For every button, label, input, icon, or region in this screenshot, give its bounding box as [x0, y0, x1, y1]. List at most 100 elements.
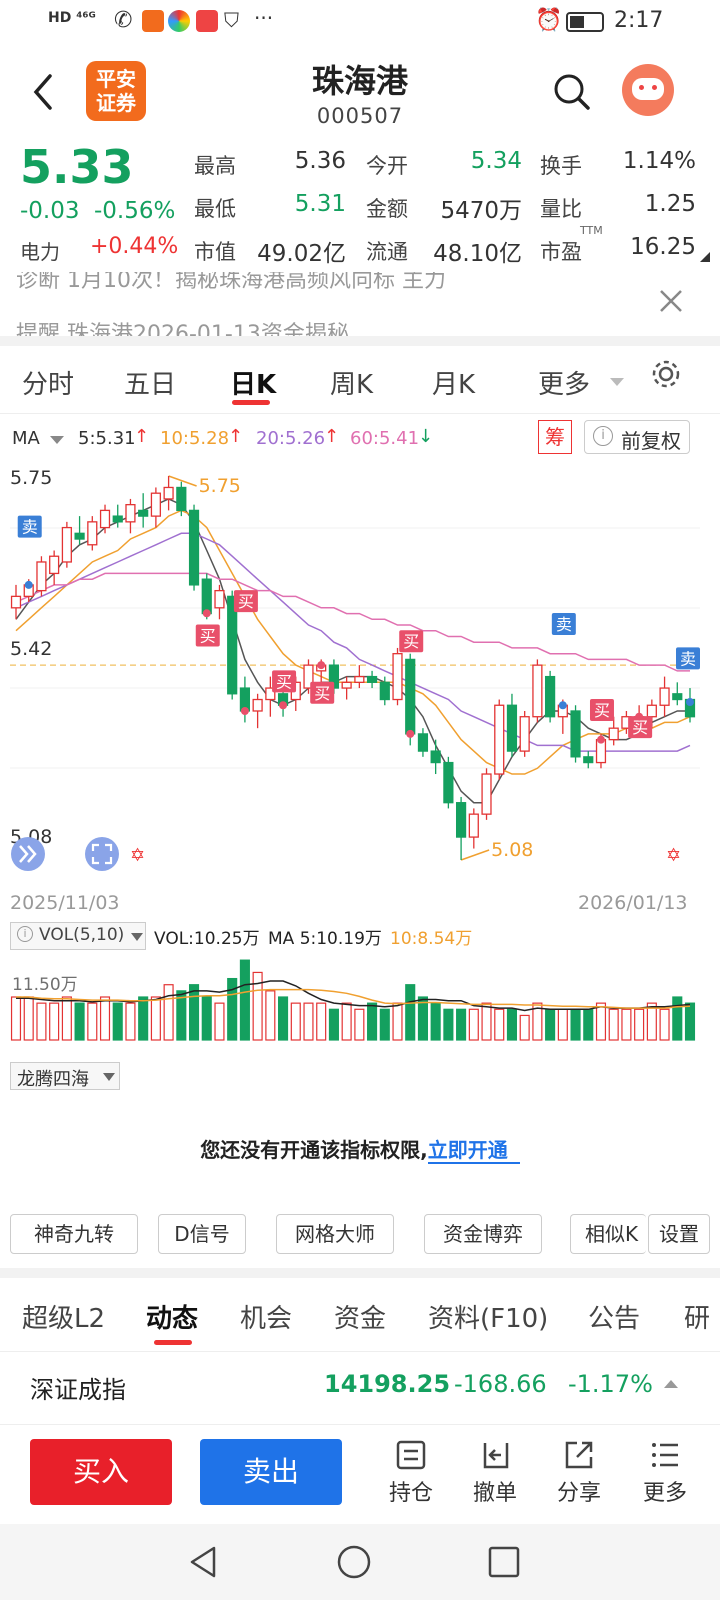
menu-icon [652, 1443, 678, 1467]
candle-body [468, 813, 479, 838]
volume-bar [659, 1008, 670, 1041]
activate-link[interactable]: 立即开通 [427, 1138, 520, 1164]
volume-bar [468, 1008, 479, 1041]
low-label: 最低 [194, 197, 236, 221]
close-icon[interactable] [658, 288, 684, 314]
candle-body [646, 704, 657, 718]
volume-bar [519, 1014, 530, 1041]
chip-distribution-button[interactable]: 筹 [538, 420, 572, 454]
candle-body [532, 664, 543, 718]
news-line[interactable]: 提醒 珠海港2026-01-13资金揭秘 [16, 316, 349, 336]
ma-selector[interactable]: MA [12, 428, 40, 449]
signal-label: 卖 [556, 615, 572, 634]
tab-weekly-k[interactable]: 周K [330, 364, 373, 401]
date-axis: 2025/11/03 2026/01/13 [0, 892, 720, 918]
gear-icon[interactable] [650, 358, 682, 390]
volume-bar [456, 1008, 467, 1041]
candle-body [125, 504, 136, 523]
tab-news[interactable]: 动态 [146, 1298, 198, 1335]
candlestick-chart[interactable]: 卖买买买买买卖买买卖 5.75 5.42 5.08 5.75 5.08 ✡ ✡ [0, 468, 720, 888]
candle-body [74, 532, 85, 540]
holdings-label: 持仓 [388, 1481, 433, 1506]
recents-nav-icon[interactable] [486, 1544, 522, 1580]
tab-intraday[interactable]: 分时 [22, 364, 74, 401]
candle-body [10, 595, 22, 609]
indicator-button[interactable]: 神奇九转 [10, 1214, 138, 1254]
volume-chart[interactable]: 11.50万 [0, 952, 720, 1062]
up-arrow-icon: ↑ [134, 426, 150, 447]
assistant-avatar-icon[interactable] [622, 64, 674, 116]
permission-message: 您还没有开通该指标权限, [200, 1138, 428, 1162]
fullscreen-icon[interactable] [85, 837, 119, 871]
adjust-label: 前复权 [621, 429, 681, 453]
share-icon [565, 1441, 593, 1469]
expand-sidebar-icon[interactable] [11, 837, 45, 871]
dropdown-arrow-icon[interactable] [50, 436, 64, 444]
candle-body [608, 727, 619, 741]
back-nav-icon[interactable] [186, 1544, 220, 1580]
more-button[interactable]: 更多 [634, 1435, 696, 1519]
volume-bar [481, 1002, 492, 1041]
share-button[interactable]: 分享 [548, 1435, 610, 1519]
settings-button[interactable]: 设置 [648, 1214, 710, 1254]
indicator-button[interactable]: 资金博弈 [424, 1214, 542, 1254]
volume-bar [214, 1002, 225, 1041]
moving-average-lines [15, 475, 691, 861]
expand-corner-icon[interactable] [700, 252, 710, 262]
cancel-order-button[interactable]: 撤单 [464, 1435, 526, 1519]
news-line[interactable]: 诊断 1月10次！揭秘珠海港高频风向标 主力 [16, 272, 446, 294]
app-notification-icon [142, 10, 164, 32]
volume-bar [506, 1008, 518, 1041]
tab-opportunity[interactable]: 机会 [240, 1298, 292, 1335]
tab-announcements[interactable]: 公告 [588, 1298, 640, 1335]
event-star-icon[interactable]: ✡ [130, 845, 145, 866]
dropdown-arrow-icon[interactable] [103, 1073, 115, 1081]
tab-level2[interactable]: 超级L2 [22, 1298, 105, 1335]
battery-icon [566, 12, 604, 32]
trade-signals: 卖买买买买买卖买买卖 [17, 515, 700, 744]
volume-indicator-selector[interactable]: i VOL(5,10) [10, 922, 146, 950]
news-ticker[interactable]: 诊断 1月10次！揭秘珠海港高频风向标 主力 提醒 珠海港2026-01-13资… [0, 272, 720, 336]
buy-button[interactable]: 买入 [30, 1439, 172, 1505]
tab-f10[interactable]: 资料(F10) [428, 1298, 548, 1335]
expand-up-icon[interactable] [664, 1380, 678, 1388]
tab-more[interactable]: 更多 [538, 364, 590, 401]
tab-research[interactable]: 研 [684, 1298, 710, 1335]
sector-change: +0.44% [90, 234, 179, 259]
share-label: 分享 [556, 1481, 601, 1506]
volume-bar [595, 1002, 607, 1041]
holdings-button[interactable]: 持仓 [380, 1435, 442, 1519]
indicator-button[interactable]: 相似K [570, 1214, 646, 1254]
tab-monthly-k[interactable]: 月K [432, 364, 475, 401]
active-tab-indicator [232, 400, 270, 405]
volume-bar [49, 1002, 60, 1041]
tab-five-day[interactable]: 五日 [124, 364, 176, 401]
volume-bar [583, 1008, 594, 1041]
volume-bar [557, 1008, 568, 1041]
dropdown-arrow-icon[interactable] [131, 933, 143, 941]
tab-daily-k[interactable]: 日K [230, 364, 276, 401]
candle-body [341, 681, 352, 689]
candle-body [506, 704, 518, 752]
max-price-marker: 5.75 [199, 475, 241, 497]
index-ticker[interactable]: 深证成指 14198.25 -168.66 -1.17% [0, 1352, 720, 1424]
candle-body [392, 653, 403, 701]
home-nav-icon[interactable] [336, 1544, 372, 1580]
clock: 2:17 [614, 8, 664, 33]
indicator-button[interactable]: D信号 [158, 1214, 246, 1254]
tab-funds[interactable]: 资金 [334, 1298, 386, 1335]
dropdown-arrow-icon[interactable] [610, 378, 624, 386]
indicator-buttons: 神奇九转 D信号 网格大师 资金博弈 相似K 设置 [0, 1214, 720, 1260]
ma60-value: 60:5.41 [350, 428, 420, 449]
volume-ma10: 10:8.54万 [390, 929, 473, 949]
volume-bar [125, 1002, 136, 1041]
adjust-price-button[interactable]: i 前复权 [584, 420, 690, 454]
volume-bar [328, 1008, 339, 1041]
event-star-icon[interactable]: ✡ [666, 845, 681, 866]
search-icon[interactable] [552, 72, 592, 112]
indicator-selector[interactable]: 龙腾四海 [10, 1062, 120, 1090]
sell-button[interactable]: 卖出 [200, 1439, 342, 1505]
indicator-button[interactable]: 网格大师 [276, 1214, 394, 1254]
candle-body [87, 521, 98, 546]
volume-bar [443, 1008, 454, 1041]
